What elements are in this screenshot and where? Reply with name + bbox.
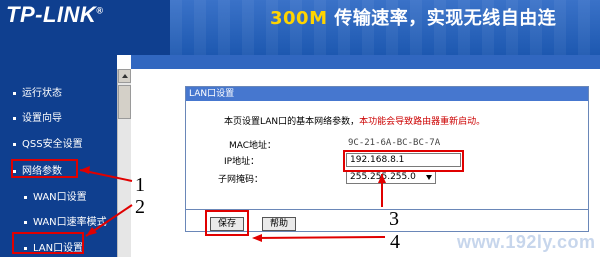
sidebar-item-wan-speed[interactable]: WAN口速率模式 <box>24 213 107 228</box>
sidebar-item-status[interactable]: 运行状态 <box>13 84 62 99</box>
bullet-icon <box>13 142 16 146</box>
sidebar-item-label: WAN口设置 <box>33 192 87 203</box>
header-banner: TP-LINK® 300M 传输速率，实现无线自由连 <box>0 0 600 55</box>
highlight-network-params <box>11 159 78 178</box>
panel-title: LAN口设置 <box>186 87 588 101</box>
sidebar-scrollbar[interactable] <box>117 69 131 257</box>
highlight-lan-settings <box>12 232 84 254</box>
bullet-icon <box>13 91 16 95</box>
step-number-2: 2 <box>135 196 145 218</box>
sidebar-item-qss[interactable]: QSS安全设置 <box>13 135 83 150</box>
registered-mark: ® <box>96 5 104 16</box>
sidebar-item-label: 设置向导 <box>22 113 62 124</box>
scroll-thumb[interactable] <box>118 85 131 119</box>
bullet-icon <box>13 116 16 120</box>
banner-slogan: 300M 传输速率，实现无线自由连 <box>270 4 556 30</box>
sidebar-item-label: WAN口速率模式 <box>33 217 107 228</box>
sidebar: 运行状态 设置向导 QSS安全设置 网络参数 WAN口设置 WAN口速率模式 L… <box>0 55 117 257</box>
scroll-up-icon[interactable] <box>118 69 131 83</box>
slogan-text: 传输速率，实现无线自由连 <box>327 8 557 29</box>
step-number-4: 4 <box>390 231 400 253</box>
mac-value: 9C-21-6A-BC-BC-7A <box>348 138 441 148</box>
content-header-strip <box>131 55 600 69</box>
help-button[interactable]: 帮助 <box>262 217 296 231</box>
ip-label: IP地址： <box>224 157 260 167</box>
slogan-speed: 300M <box>270 8 328 29</box>
subnet-mask-label: 子网掩码： <box>218 175 264 185</box>
bullet-icon <box>24 220 27 224</box>
sidebar-item-label: 运行状态 <box>22 88 62 99</box>
watermark: www.192ly.com <box>457 232 596 252</box>
subnet-mask-select[interactable]: 255.255.255.0 <box>346 171 436 184</box>
bullet-icon <box>24 195 27 199</box>
mac-label: MAC地址： <box>229 141 277 151</box>
logo-text: TP-LINK <box>6 2 97 27</box>
chevron-down-icon <box>426 175 432 180</box>
subnet-mask-value: 255.255.255.0 <box>350 172 416 182</box>
tp-link-logo: TP-LINK® <box>6 2 103 28</box>
sidebar-item-wizard[interactable]: 设置向导 <box>13 109 62 124</box>
logo-area: TP-LINK® <box>0 0 170 55</box>
step-number-1: 1 <box>135 174 145 196</box>
highlight-save-button <box>205 210 249 236</box>
highlight-ip-input <box>343 150 464 172</box>
panel-description: 本页设置LAN口的基本网络参数，本功能会导致路由器重新启动。 <box>224 114 485 127</box>
description-text: 本页设置LAN口的基本网络参数， <box>224 117 360 127</box>
sidebar-item-label: QSS安全设置 <box>22 139 83 150</box>
page: TP-LINK® 300M 传输速率，实现无线自由连 运行状态 设置向导 QSS… <box>0 0 600 257</box>
restart-warning: 本功能会导致路由器重新启动。 <box>359 117 486 127</box>
sidebar-item-wan[interactable]: WAN口设置 <box>24 188 87 203</box>
step-number-3: 3 <box>389 208 399 230</box>
